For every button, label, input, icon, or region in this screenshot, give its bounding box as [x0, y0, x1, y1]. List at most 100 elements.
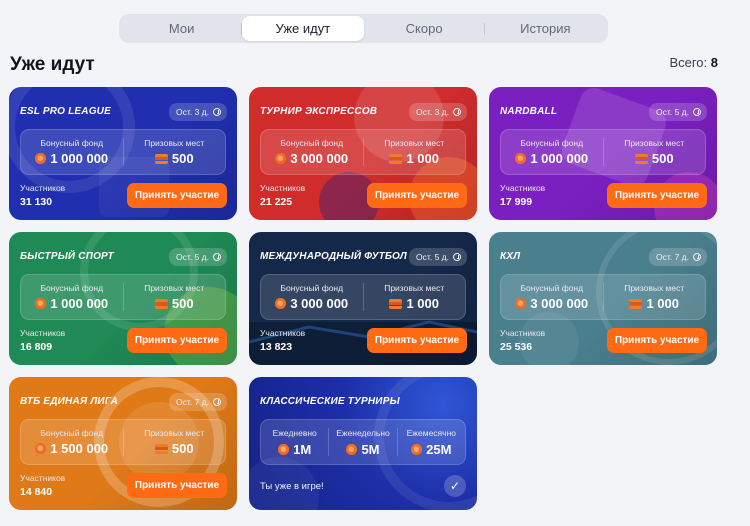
coin-stack-icon	[154, 153, 168, 164]
participants-count: 17 999	[500, 196, 533, 208]
tournament-card[interactable]: КХЛ Ост. 7 д. Бонусный фонд 3 000 000 Пр…	[489, 232, 717, 365]
prize-places: Призовых мест 500	[122, 138, 226, 166]
participants: Участников 25 536	[500, 328, 545, 353]
fund-label: Бонусный фонд	[280, 138, 344, 148]
participants-count: 14 840	[20, 486, 53, 498]
fund-value: 1 500 000	[35, 441, 108, 456]
classic-tournaments-card[interactable]: КЛАССИЧЕСКИЕ ТУРНИРЫ Ежедневно 1M Еженед…	[249, 377, 477, 510]
period-amount: 1M	[293, 441, 312, 457]
coin-stack-icon	[389, 298, 403, 309]
tab-mine[interactable]: Мои	[121, 16, 243, 41]
bonus-fund: Бонусный фонд 3 000 000	[261, 275, 363, 319]
monthly-prize: Ежемесячно 25M	[396, 428, 465, 457]
prize-places: Призовых мест 500	[602, 138, 706, 166]
join-button[interactable]: Принять участие	[127, 183, 227, 208]
tab-history[interactable]: История	[485, 16, 606, 41]
participants-count: 13 823	[260, 341, 293, 353]
participants: Участников 13 823	[260, 328, 305, 353]
bonus-fund: Бонусный фонд 3 000 000	[261, 130, 363, 174]
tournament-card[interactable]: ESL PRO LEAGUE Ост. 3 д. Бонусный фонд 1…	[9, 87, 237, 220]
time-left-text: Ост. 5 д.	[656, 107, 689, 117]
fund-value: 1 000 000	[35, 151, 108, 166]
card-title: КХЛ	[500, 251, 521, 262]
participants-count: 16 809	[20, 341, 53, 353]
places-label: Призовых мест	[384, 138, 445, 148]
tournament-card[interactable]: ВТБ ЕДИНАЯ ЛИГА Ост. 7 д. Бонусный фонд …	[9, 377, 237, 510]
fund-value: 1 000 000	[35, 296, 108, 311]
tab-ongoing[interactable]: Уже идут	[242, 16, 364, 41]
card-title: NARDBALL	[500, 106, 558, 117]
coin-icon	[515, 153, 527, 164]
tab-upcoming[interactable]: Скоро	[364, 16, 485, 41]
prize-places: Призовых мест 500	[122, 283, 226, 311]
time-left-badge: Ост. 3 д.	[409, 103, 467, 121]
join-button[interactable]: Принять участие	[607, 183, 707, 208]
total-count: Всего: 8	[669, 55, 718, 70]
fund-amount: 1 500 000	[50, 441, 109, 456]
tab-label: Мои	[168, 21, 195, 36]
card-title: ESL PRO LEAGUE	[20, 106, 111, 117]
time-left-text: Ост. 5 д.	[176, 252, 209, 262]
tournament-card[interactable]: NARDBALL Ост. 5 д. Бонусный фонд 1 000 0…	[489, 87, 717, 220]
join-button[interactable]: Принять участие	[127, 473, 227, 498]
places-amount: 500	[171, 296, 194, 311]
tournament-card[interactable]: БЫСТРЫЙ СПОРТ Ост. 5 д. Бонусный фонд 1 …	[9, 232, 237, 365]
join-button[interactable]: Принять участие	[367, 183, 467, 208]
places-amount: 1 000	[406, 296, 440, 311]
fund-amount: 3 000 000	[530, 296, 589, 311]
fund-value: 1 000 000	[515, 151, 588, 166]
tournament-card[interactable]: МЕЖДУНАРОДНЫЙ ФУТБОЛ Ост. 5 д. Бонусный …	[249, 232, 477, 365]
period-value: 5M	[346, 442, 380, 457]
places-label: Призовых мест	[144, 138, 205, 148]
join-button[interactable]: Принять участие	[127, 328, 227, 353]
coin-icon	[411, 443, 423, 455]
bonus-fund: Бонусный фонд 1 000 000	[501, 130, 603, 174]
tab-label: Скоро	[405, 21, 443, 36]
checkmark-icon[interactable]: ✓	[444, 475, 466, 497]
places-amount: 500	[651, 151, 674, 166]
tournament-card[interactable]: ТУРНИР ЭКСПРЕССОВ Ост. 3 д. Бонусный фон…	[249, 87, 477, 220]
places-value: 1 000	[389, 151, 439, 166]
bonus-fund: Бонусный фонд 1 500 000	[21, 420, 123, 464]
places-value: 500	[154, 441, 194, 456]
join-button[interactable]: Принять участие	[367, 328, 467, 353]
fund-label: Бонусный фонд	[520, 138, 584, 148]
participants-label: Участников	[20, 328, 66, 338]
period-label: Ежедневно	[272, 427, 317, 438]
fund-value: 3 000 000	[515, 296, 588, 311]
participants: Участников 16 809	[20, 328, 65, 353]
coin-stack-icon	[154, 443, 168, 454]
participants-count: 25 536	[500, 341, 533, 353]
prize-places: Призовых мест 500	[122, 428, 226, 456]
total-value: 8	[710, 55, 718, 70]
card-title: ТУРНИР ЭКСПРЕССОВ	[260, 106, 378, 117]
places-amount: 500	[171, 151, 194, 166]
card-title: БЫСТРЫЙ СПОРТ	[20, 251, 114, 262]
fund-amount: 3 000 000	[290, 151, 349, 166]
participants-label: Участников	[500, 183, 546, 193]
prize-box: Бонусный фонд 3 000 000 Призовых мест 1 …	[260, 274, 466, 320]
coin-icon	[275, 153, 287, 164]
participants: Участников 31 130	[20, 183, 65, 208]
fund-amount: 1 000 000	[530, 151, 589, 166]
prize-box: Бонусный фонд 1 000 000 Призовых мест 50…	[20, 274, 226, 320]
places-value: 1 000	[389, 296, 439, 311]
participants-label: Участников	[20, 473, 66, 483]
fund-value: 3 000 000	[275, 151, 348, 166]
participants-label: Участников	[260, 183, 306, 193]
clock-icon	[213, 108, 221, 116]
prize-places: Призовых мест 1 000	[362, 283, 466, 311]
participants-label: Участников	[20, 183, 66, 193]
participants-label: Участников	[260, 328, 306, 338]
time-left-text: Ост. 3 д.	[176, 107, 209, 117]
tab-bar: Мои Уже идут Скоро История	[119, 14, 608, 43]
time-left-text: Ост. 7 д.	[656, 252, 689, 262]
join-button[interactable]: Принять участие	[607, 328, 707, 353]
fund-label: Бонусный фонд	[40, 428, 104, 438]
daily-prize: Ежедневно 1M	[261, 420, 328, 464]
bonus-fund: Бонусный фонд 1 000 000	[21, 275, 123, 319]
coin-stack-icon	[389, 153, 403, 164]
clock-icon	[213, 398, 221, 406]
prize-box: Бонусный фонд 1 000 000 Призовых мест 50…	[500, 129, 706, 175]
fund-label: Бонусный фонд	[40, 283, 104, 293]
